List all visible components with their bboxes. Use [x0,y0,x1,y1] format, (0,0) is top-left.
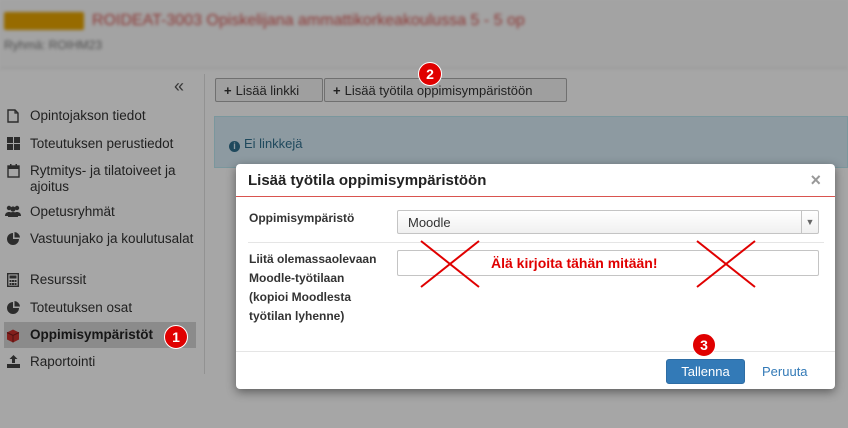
step-badge: 2 [418,62,442,86]
step-badge: 3 [692,333,716,357]
step-badge: 1 [164,325,188,349]
